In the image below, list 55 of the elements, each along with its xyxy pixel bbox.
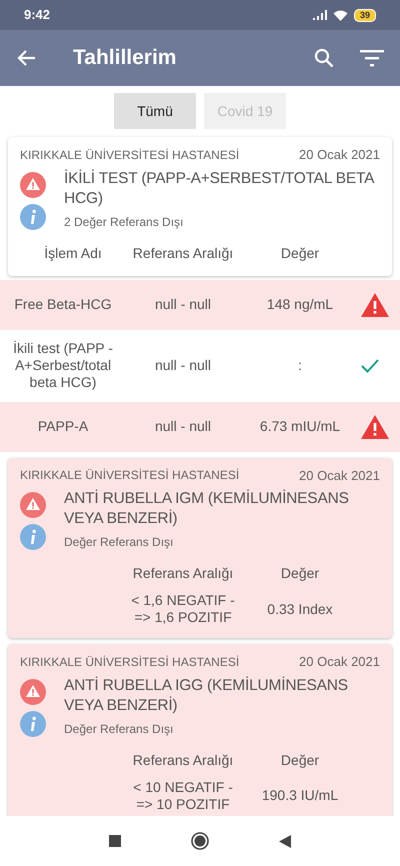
test-title: ANTİ RUBELLA IGM (KEMİLUMİNESANS VEYA BENZERİ) xyxy=(64,489,350,529)
signal-icon xyxy=(312,10,327,20)
result-date: 20 Ocak 2021 xyxy=(299,146,380,164)
hospital-name: KIRIKKALE ÜNİVERSİTESİ HASTANESİ xyxy=(20,146,240,164)
reference-range: < 10 NEGATIF - => 10 POZITIF xyxy=(132,778,234,812)
test-title: ANTİ RUBELLA IGG (KEMİLUMİNESANS VEYA BENZERİ) xyxy=(64,676,349,716)
result-value: 148 ng/mL xyxy=(266,295,334,314)
warning-icon xyxy=(20,172,46,198)
home-icon[interactable] xyxy=(191,832,209,850)
page-title: Tahlillerim xyxy=(73,45,176,72)
warning-icon xyxy=(20,678,46,704)
filter-icon[interactable] xyxy=(360,49,384,67)
back-icon[interactable] xyxy=(279,834,291,848)
result-date: 20 Ocak 2021 xyxy=(299,466,380,484)
result-value: 190.3 IU/mL xyxy=(260,786,340,805)
reference-range: null - null xyxy=(154,356,212,375)
column-header: İşlem Adı xyxy=(43,244,103,263)
result-card[interactable]: KIRIKKALE ÜNİVERSİTESİ HASTANESİ 20 Ocak 2021 ANTİ RUBELLA IGG (KEMİLUMİNESANS VEYA BENZERİ) Değer Referans Dışı Referans Aralığı Değer < 10 NEGATIF - => 10 POZITIF 190.3 IU/mL xyxy=(8,644,392,816)
reference-range: null - null xyxy=(154,417,212,436)
filter-tab[interactable]: Tümü xyxy=(114,93,196,129)
info-icon[interactable] xyxy=(20,710,46,736)
back-arrow-icon[interactable] xyxy=(16,49,36,67)
battery-icon: 39 xyxy=(354,8,376,22)
result-card[interactable]: KIRIKKALE ÜNİVERSİTESİ HASTANESİ 20 Ocak 2021 ANTİ RUBELLA IGM (KEMİLUMİNESANS VEYA BENZERİ) Değer Referans Dışı Referans Aralığı Değer < 1,6 NEGATIF - => 1,6 POZITIF 0.33 Index xyxy=(8,458,392,638)
column-header: Referans Aralığı xyxy=(132,244,234,263)
wifi-icon xyxy=(332,10,348,20)
column-header: Değer xyxy=(280,564,320,583)
reference-range: null - null xyxy=(154,295,212,314)
status-text: 2 Değer Referans Dışı xyxy=(64,214,184,230)
result-value: 0.33 Index xyxy=(266,600,334,618)
test-name: İkili test (PAPP -A+Serbest/total beta HCG) xyxy=(12,340,114,391)
search-icon[interactable] xyxy=(314,48,334,68)
result-value: : xyxy=(297,356,303,375)
column-header: Değer xyxy=(280,750,320,770)
test-title: İKİLİ TEST (PAPP-A+SERBEST/TOTAL BETA HCG) xyxy=(64,168,375,208)
info-icon[interactable] xyxy=(20,524,46,550)
result-value: 6.73 mIU/mL xyxy=(258,417,342,436)
column-header: Referans Aralığı xyxy=(132,750,234,770)
test-name: Free Beta-HCG xyxy=(13,296,113,313)
hospital-name: KIRIKKALE ÜNİVERSİTESİ HASTANESİ xyxy=(20,654,240,671)
status-text: Değer Referans Dışı xyxy=(64,534,174,551)
warning-icon xyxy=(360,292,390,318)
result-card[interactable]: KIRIKKALE ÜNİVERSİTESİ HASTANESİ 20 Ocak 2021 İKİLİ TEST (PAPP-A+SERBEST/TOTAL BETA HCG) 2 Değer Referans Dışı İşlem Adı Referans Aralığı Değer xyxy=(8,137,392,276)
status-text: Değer Referans Dışı xyxy=(64,720,174,738)
check-icon xyxy=(360,358,380,374)
test-name: PAPP-A xyxy=(36,418,90,435)
column-header: Referans Aralığı xyxy=(132,564,234,583)
clock: 9:42 xyxy=(24,6,50,24)
column-header: Değer xyxy=(280,244,320,263)
hospital-name: KIRIKKALE ÜNİVERSİTESİ HASTANESİ xyxy=(20,467,240,484)
warning-icon xyxy=(20,492,46,518)
reference-range: < 1,6 NEGATIF - => 1,6 POZITIF xyxy=(130,592,236,626)
info-icon[interactable] xyxy=(20,204,46,230)
result-date: 20 Ocak 2021 xyxy=(299,653,380,671)
warning-icon xyxy=(360,414,390,440)
